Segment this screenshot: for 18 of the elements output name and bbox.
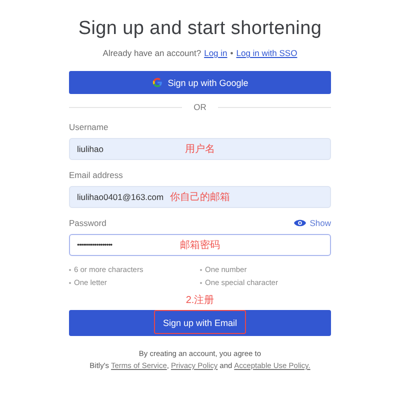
field-label: Email address	[69, 170, 123, 180]
prompt-text: Already have an account?	[102, 48, 202, 58]
field-label: Username	[69, 122, 108, 132]
google-signup-button[interactable]: Sign up with Google	[69, 71, 331, 94]
input-field[interactable]: liulihao0401@163.com 你自己的邮箱	[69, 186, 331, 208]
or-divider-text: OR	[194, 102, 206, 112]
login-link[interactable]: Log in with SSO	[236, 48, 298, 58]
separator-dot: •	[230, 48, 234, 58]
field-label: Password	[69, 218, 106, 228]
input-field[interactable]: liulihao 用户名	[69, 138, 331, 160]
google-icon	[152, 77, 163, 88]
annotation-text: 2.注册	[184, 294, 216, 307]
page-title: Sign up and start shortening	[77, 18, 323, 40]
eye-icon	[294, 219, 306, 227]
show-password-toggle[interactable]: Show	[294, 218, 331, 228]
email-signup-button[interactable]: Sign up with Email	[69, 310, 331, 336]
annotation-text: 邮箱密码	[179, 238, 221, 252]
login-link[interactable]: Log in	[204, 48, 228, 58]
